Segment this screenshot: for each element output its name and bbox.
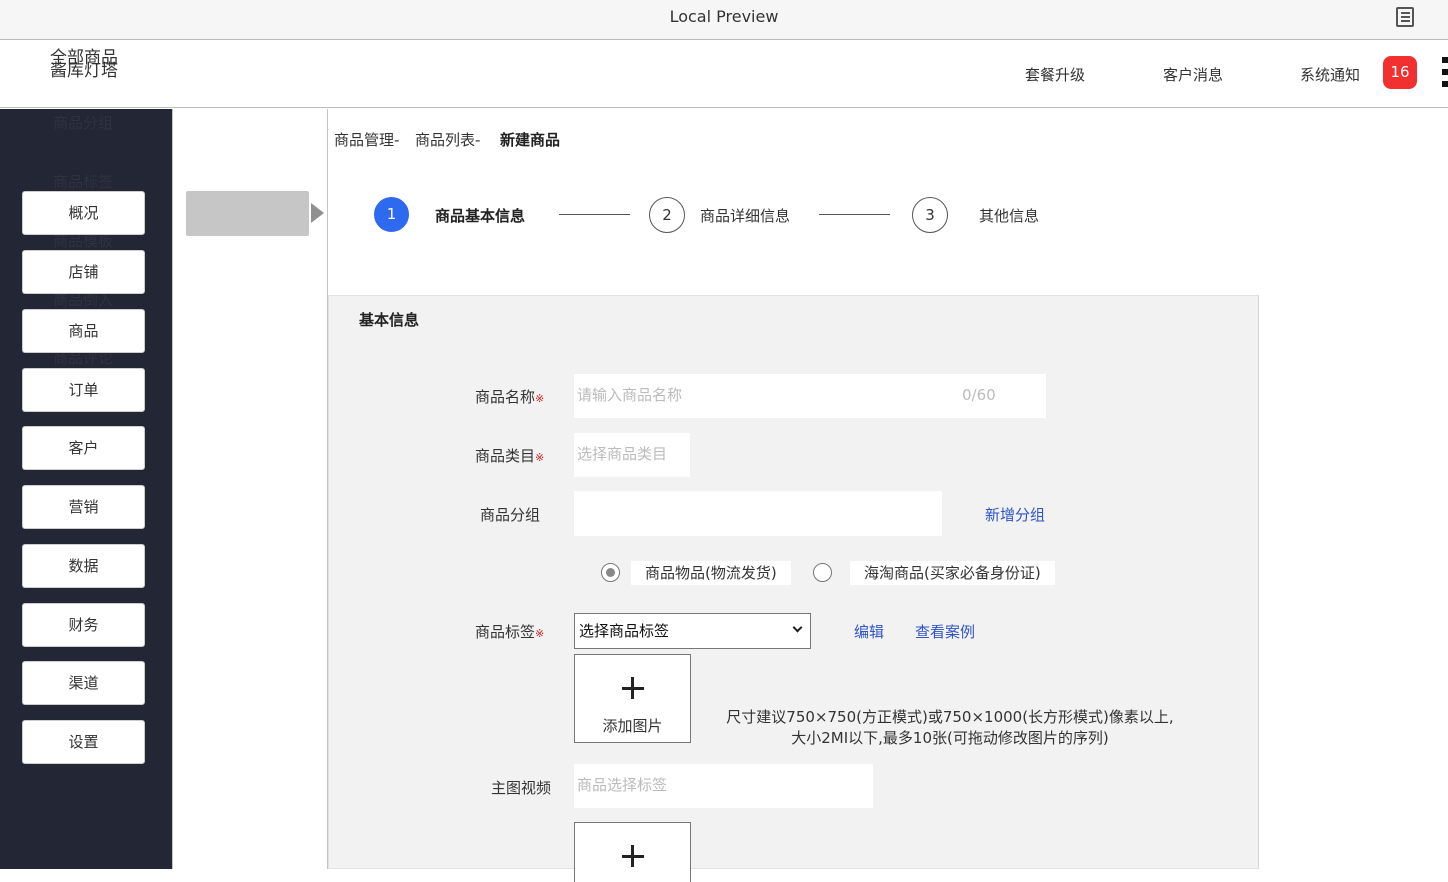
group-label: 商品分组 [480,506,541,524]
kebab-menu-icon[interactable] [1442,57,1448,87]
step-1-label: 商品基本信息 [435,207,526,225]
breadcrumb-current: 新建商品 [500,131,561,149]
sub-nav-panel [172,109,328,869]
radio-physical-goods[interactable] [601,563,620,582]
required-mark: ※ [535,392,545,405]
sidebar-item-settings[interactable]: 设置 [22,720,145,764]
radio-cross-border-goods-label[interactable]: 海淘商品(买家必备身份证) [850,561,1055,585]
tags-label-text: 商品标签 [475,623,536,641]
sidebar-item-overview[interactable]: 概况 [22,191,145,235]
chevron-down-icon [792,622,803,633]
video-input[interactable]: 商品选择标签 [574,764,873,808]
plus-icon [631,677,634,699]
tags-select-value: 选择商品标签 [579,622,670,640]
required-mark: ※ [535,627,545,640]
step-3-label: 其他信息 [979,207,1040,225]
sidebar-item-store[interactable]: 店铺 [22,250,145,294]
document-icon[interactable] [1396,7,1414,27]
step-2-label: 商品详细信息 [700,207,791,225]
plus-icon [631,845,634,867]
step-connector [559,214,630,215]
view-examples-link[interactable]: 查看案例 [915,621,975,642]
header-link-upgrade[interactable]: 套餐升级 [1025,64,1085,85]
add-video-button[interactable] [574,822,691,882]
sidebar-item-products[interactable]: 商品 [22,309,145,353]
breadcrumb-item[interactable]: 商品列表- [415,129,480,150]
ghost-item: 商品分组 [53,114,114,132]
breadcrumb-item[interactable]: 商品管理- [334,129,399,150]
tags-label: 商品标签※ [475,621,544,642]
radio-cross-border-goods[interactable] [813,563,832,582]
category-label: 商品类目※ [475,445,544,466]
radio-physical-goods-label[interactable]: 商品物品(物流发货) [631,561,791,585]
sidebar-item-customers[interactable]: 客户 [22,426,145,470]
hint-line-1: 尺寸建议750×750(方正模式)或750×1000(长方形模式)像素以上, [726,708,1174,726]
sub-nav-selected-item[interactable] [186,191,309,236]
char-counter: 0/60 [962,386,996,404]
category-select[interactable]: 选择商品类目 [574,433,690,477]
product-name-input[interactable]: 请输入商品名称 0/60 [574,374,1046,418]
group-input[interactable] [574,491,942,536]
sidebar-item-channels[interactable]: 渠道 [22,661,145,705]
caret-right-icon [311,203,324,223]
header-link-messages[interactable]: 客户消息 [1163,64,1223,85]
section-title: 基本信息 [359,311,420,329]
name-label: 商品名称※ [475,386,544,407]
header-link-notifications[interactable]: 系统通知 [1300,64,1360,85]
add-image-label: 添加图片 [602,717,663,735]
sidebar-item-marketing[interactable]: 营销 [22,485,145,529]
app-header: 全部商品 酱库灯塔 套餐升级 客户消息 系统通知 16 [0,40,1448,108]
edit-tags-link[interactable]: 编辑 [854,621,884,642]
sidebar-item-orders[interactable]: 订单 [22,368,145,412]
window-titlebar: Local Preview [0,0,1448,40]
sidebar: 商品分组 商品标签 商品模板 商品倒入 商品评论 概况 店铺 商品 订单 客户 … [0,109,172,869]
step-2-circle: 2 [649,197,685,233]
add-image-button[interactable]: 添加图片 [574,654,691,743]
name-label-text: 商品名称 [475,388,536,406]
step-3-circle: 3 [912,197,948,233]
hint-line-2: 大小2MI以下,最多10张(可拖动修改图片的序列) [791,729,1109,747]
window-title: Local Preview [669,7,779,26]
step-1-circle: 1 [374,197,409,232]
add-group-link[interactable]: 新增分组 [985,504,1045,525]
sidebar-item-data[interactable]: 数据 [22,544,145,588]
ghost-item: 商品标签 [53,173,114,191]
video-label: 主图视频 [491,779,552,797]
category-label-text: 商品类目 [475,447,536,465]
sidebar-item-finance[interactable]: 财务 [22,603,145,647]
tags-select[interactable]: 选择商品标签 [574,613,811,649]
step-connector [819,214,890,215]
brand-text-front: 酱库灯塔 [50,61,118,81]
image-size-hint: 尺寸建议750×750(方正模式)或750×1000(长方形模式)像素以上, 大… [700,707,1200,749]
required-mark: ※ [535,451,545,464]
notification-badge[interactable]: 16 [1383,56,1417,89]
product-name-placeholder: 请输入商品名称 [577,386,683,404]
